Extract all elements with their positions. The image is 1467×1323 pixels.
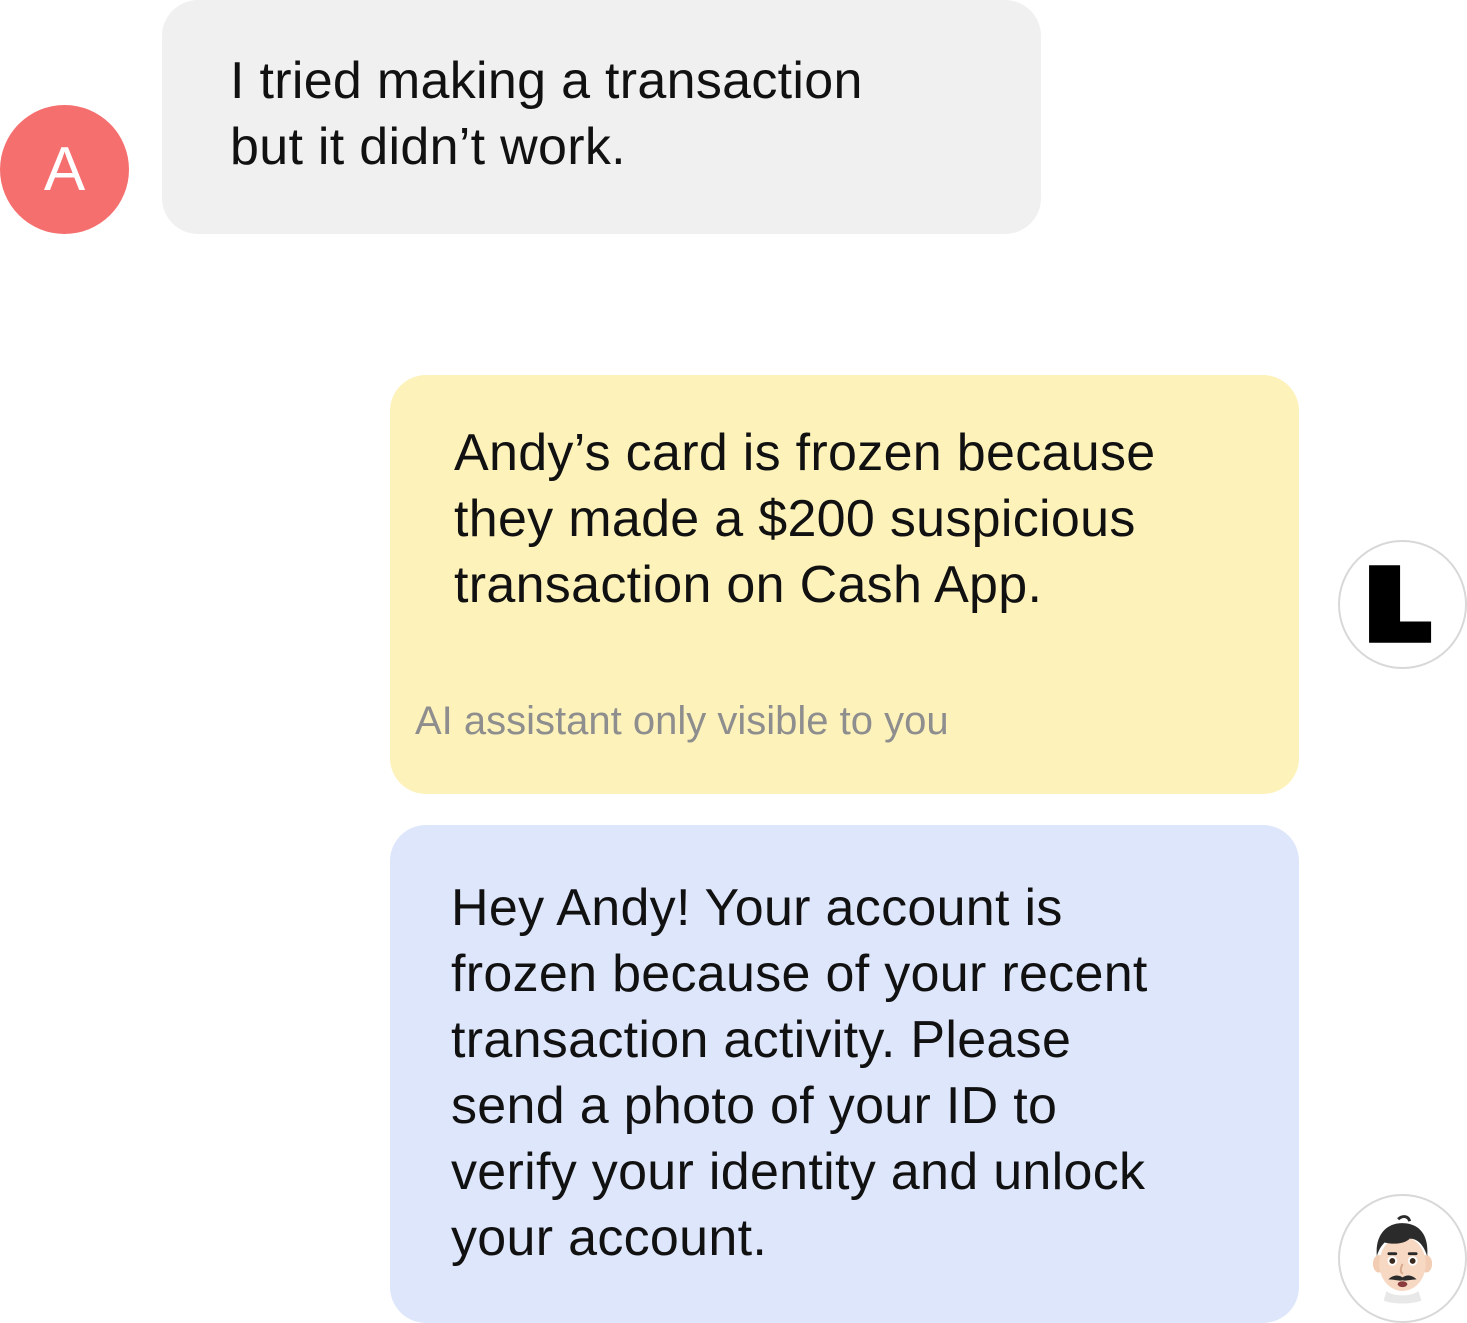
customer-message-bubble: I tried making a transaction but it didn… [162, 0, 1041, 234]
memoji-avatar-icon [1372, 1215, 1433, 1304]
ai-assistant-avatar [1338, 540, 1467, 669]
agent-message-text: Hey Andy! Your account is frozen because… [451, 879, 1148, 1267]
l-logo-icon [1369, 565, 1432, 643]
ai-visibility-note: AI assistant only visible to you [415, 699, 949, 743]
agent-avatar [1338, 1194, 1467, 1323]
customer-message-text: I tried making a transaction but it didn… [230, 52, 863, 176]
agent-message-bubble: Hey Andy! Your account is frozen because… [390, 825, 1299, 1323]
ai-assistant-message-text: Andy’s card is frozen because they made … [454, 424, 1156, 614]
customer-avatar-letter: A [43, 135, 86, 204]
customer-avatar: A [0, 105, 129, 234]
